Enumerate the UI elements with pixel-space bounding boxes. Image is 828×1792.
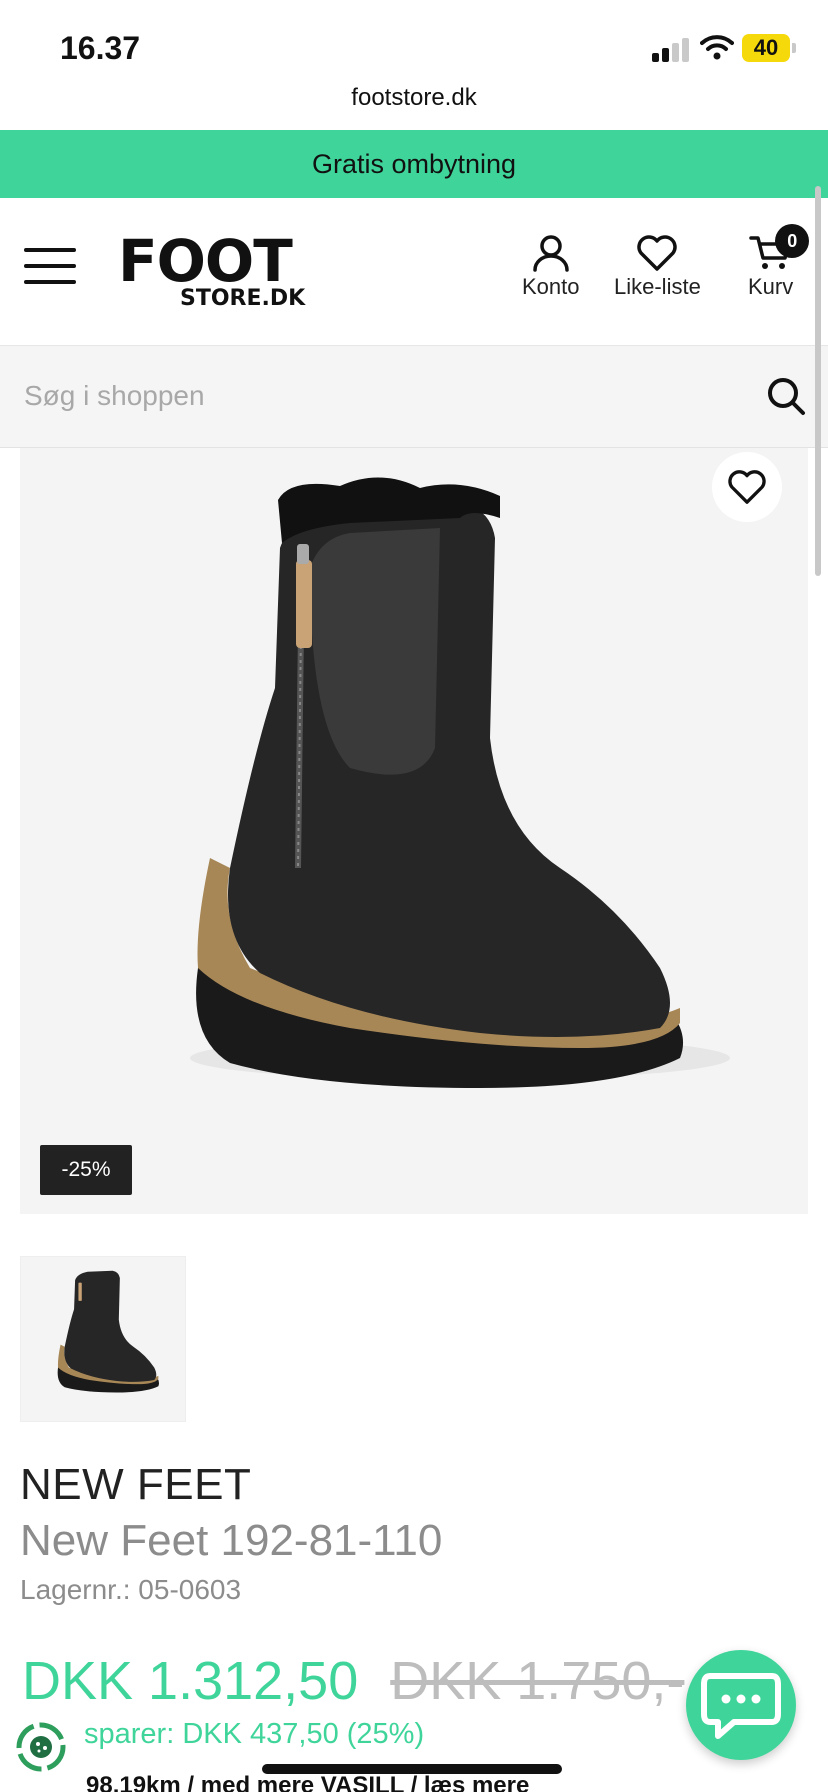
savings-text: sparer: DKK 437,50 (25%) bbox=[84, 1718, 425, 1750]
original-price: DKK 1.750,- bbox=[390, 1651, 685, 1711]
product-name: New Feet 192-81-110 bbox=[20, 1516, 443, 1565]
wishlist-button[interactable]: Like-liste bbox=[614, 234, 701, 300]
bottom-peek-text: 98.19km / med mere VASILL / læs mere bbox=[86, 1772, 530, 1792]
chat-icon bbox=[701, 1673, 781, 1739]
heart-icon bbox=[728, 470, 766, 504]
search-icon[interactable] bbox=[766, 376, 806, 416]
wifi-icon bbox=[700, 35, 734, 60]
current-price: DKK 1.312,50 bbox=[22, 1651, 359, 1711]
cart-count-badge: 0 bbox=[775, 224, 810, 258]
signal-icon bbox=[652, 36, 690, 62]
site-logo[interactable]: FOOT STORE.DK bbox=[118, 232, 328, 312]
logo-text-top: FOOT bbox=[118, 227, 293, 295]
cookie-icon[interactable] bbox=[14, 1720, 68, 1774]
hamburger-icon[interactable] bbox=[24, 248, 76, 284]
price-row: DKK 1.312,50 DKK 1.750,- bbox=[22, 1650, 684, 1720]
product-brand[interactable]: NEW FEET bbox=[20, 1460, 251, 1510]
cart-label: Kurv bbox=[748, 274, 794, 299]
boot-image bbox=[190, 477, 730, 1088]
account-button[interactable]: Konto bbox=[522, 234, 580, 300]
product-wishlist-button[interactable] bbox=[712, 452, 782, 522]
search-input[interactable] bbox=[0, 346, 760, 446]
logo-text-bottom: STORE.DK bbox=[180, 286, 306, 311]
boot-thumbnail-image bbox=[57, 1270, 159, 1393]
page-scrollbar[interactable] bbox=[815, 186, 821, 576]
chat-button[interactable] bbox=[686, 1650, 796, 1760]
status-bar: 16.37 40 footstore.dk bbox=[0, 0, 828, 111]
account-label: Konto bbox=[522, 274, 580, 299]
wishlist-label: Like-liste bbox=[614, 274, 701, 299]
promo-banner[interactable]: Gratis ombytning bbox=[0, 130, 828, 198]
battery-indicator: 40 bbox=[742, 34, 796, 62]
product-thumbnail[interactable] bbox=[20, 1256, 186, 1422]
cart-button[interactable]: Kurv 0 bbox=[748, 224, 810, 300]
browser-url[interactable]: footstore.dk bbox=[0, 84, 828, 112]
user-icon bbox=[533, 235, 569, 272]
product-main-image[interactable] bbox=[20, 448, 808, 1214]
status-time: 16.37 bbox=[60, 30, 141, 66]
product-sku: Lagernr.: 05-0603 bbox=[20, 1574, 242, 1605]
home-indicator bbox=[262, 1764, 562, 1774]
heart-icon bbox=[637, 235, 678, 271]
search-bar bbox=[0, 346, 828, 448]
discount-badge: -25% bbox=[40, 1145, 132, 1195]
site-header: FOOT STORE.DK Konto Like-liste Kurv 0 bbox=[0, 198, 828, 346]
